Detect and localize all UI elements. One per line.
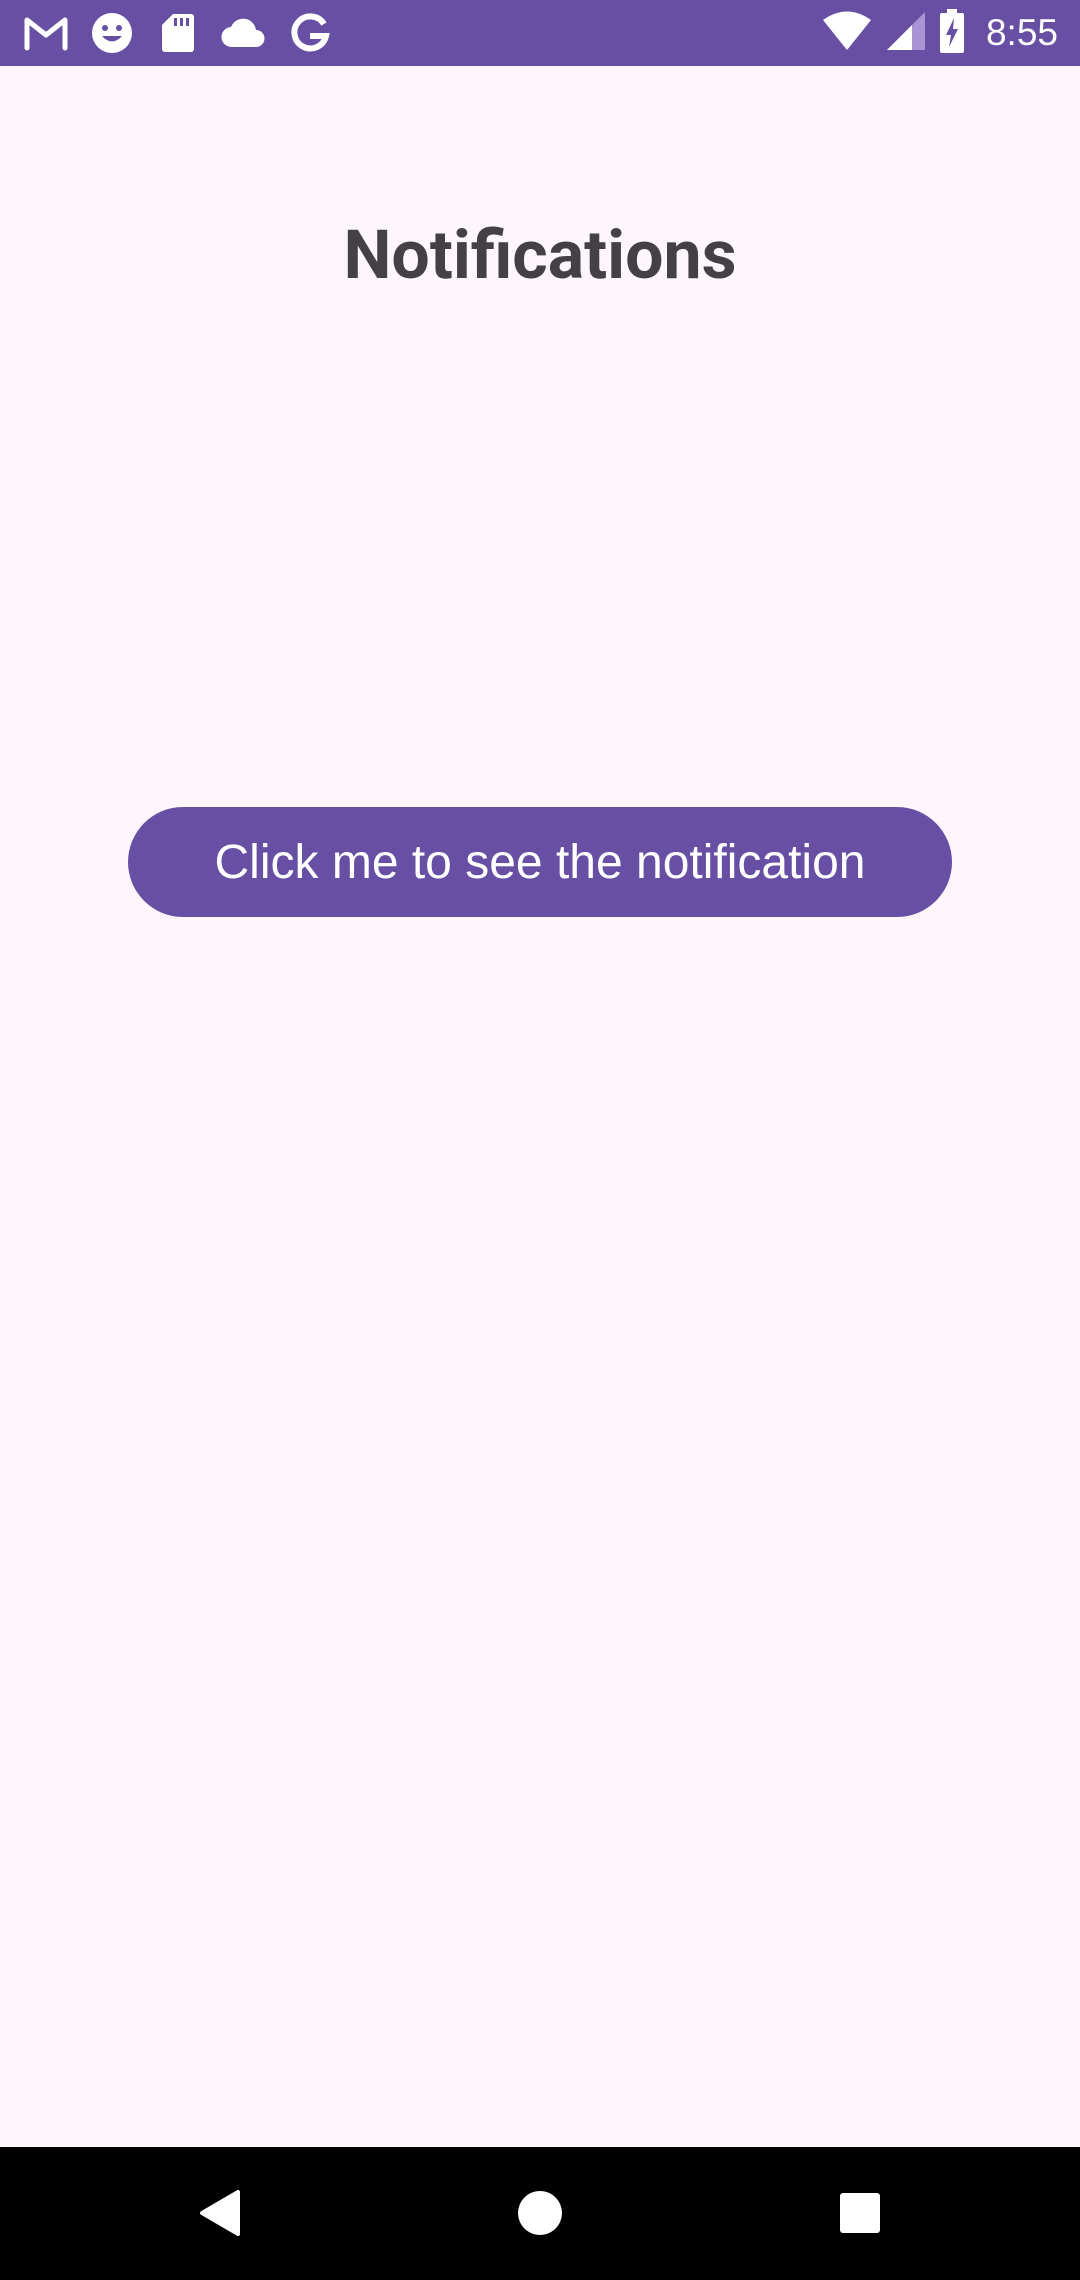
system-icons: 8:55 [822,8,1058,58]
gmail-icon [22,9,70,57]
cell-signal-icon [886,11,926,55]
home-icon[interactable] [500,2173,580,2253]
wifi-icon [822,11,872,55]
battery-charging-icon [939,9,964,57]
navigation-bar [0,2147,1080,2280]
show-notification-button[interactable]: Click me to see the notification [128,807,952,917]
back-icon[interactable] [180,2173,260,2253]
notification-icons [22,8,334,58]
status-time: 8:55 [985,12,1058,53]
cloud-icon [220,9,268,57]
status-bar: 8:55 [0,0,1080,66]
recents-icon[interactable] [820,2173,900,2253]
page-title: Notifications [343,215,737,295]
sd-card-icon [154,9,202,57]
smiley-icon [88,9,136,57]
google-icon [286,9,334,57]
